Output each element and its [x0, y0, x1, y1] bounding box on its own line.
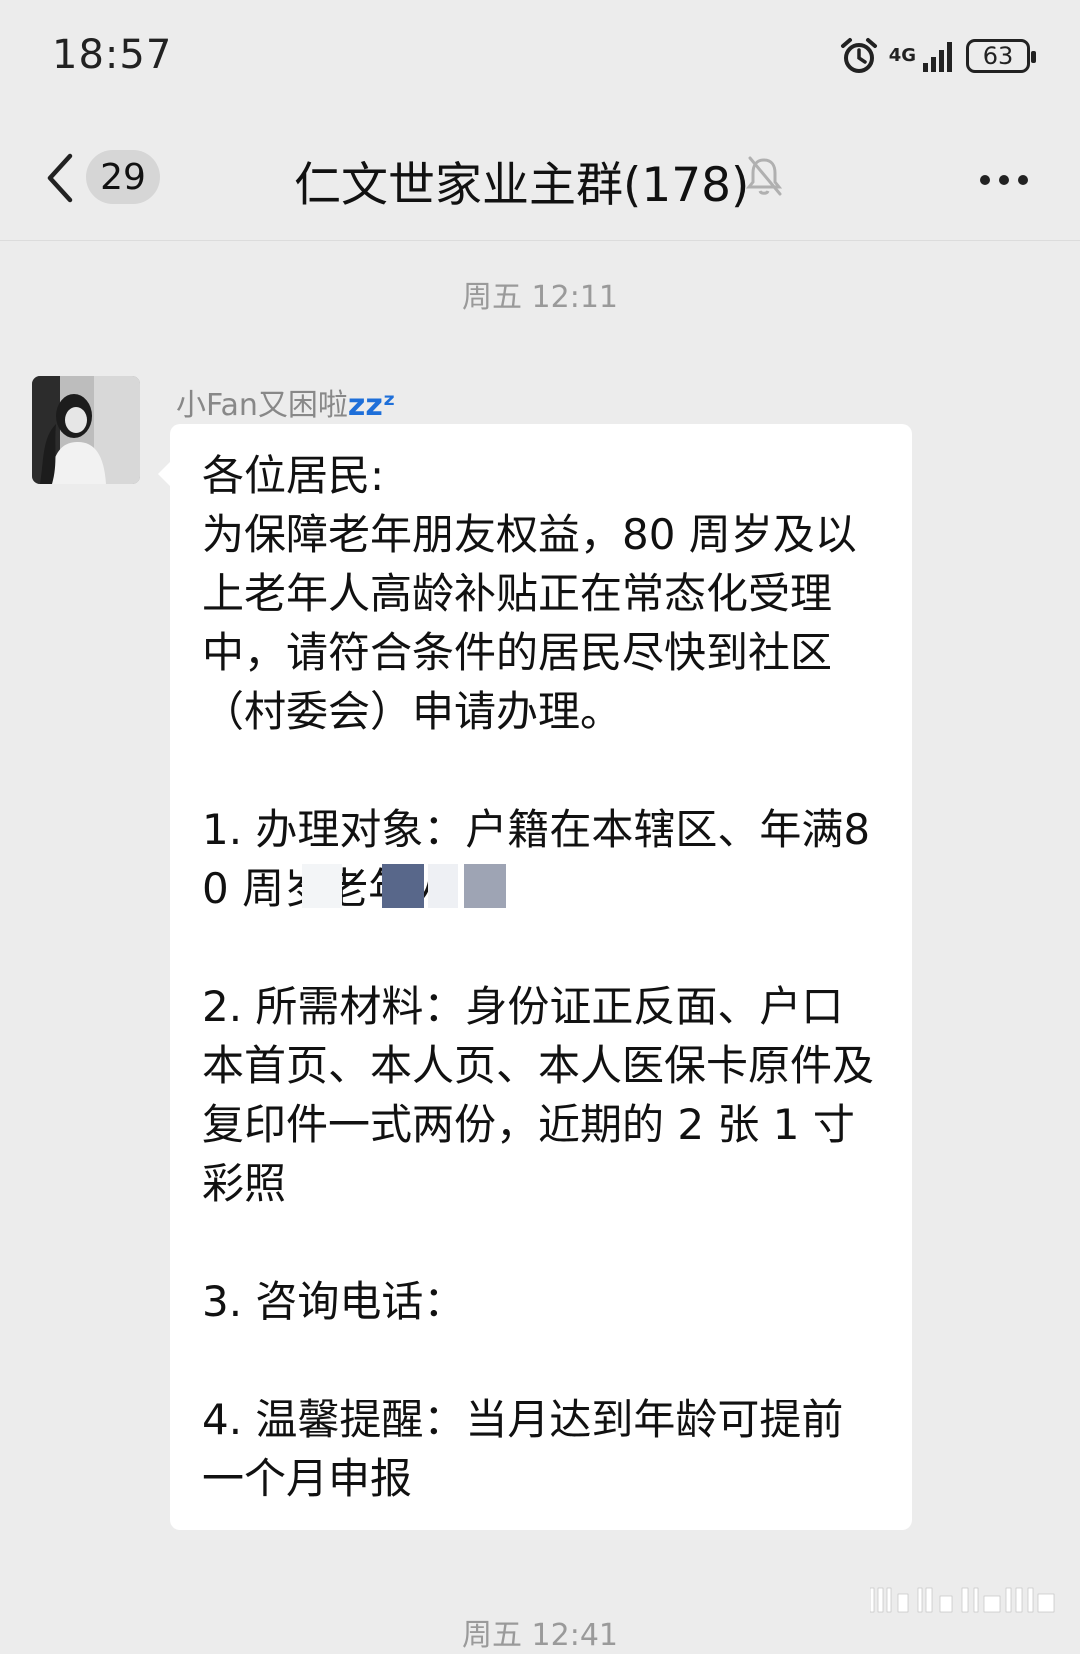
back-arrow-icon[interactable]: [40, 150, 80, 206]
status-bar: 18:57 4G 63: [0, 0, 1080, 120]
battery-level: 63: [982, 42, 1014, 70]
more-icon[interactable]: [978, 172, 1030, 188]
battery-icon: 63: [966, 39, 1036, 73]
message-text: 各位居民: 为保障老年朋友权益，80 周岁及以上老年人高龄补贴正在常态化受理中，…: [202, 451, 875, 1503]
status-time: 18:57: [52, 32, 173, 78]
avatar[interactable]: [32, 376, 140, 484]
bubble-tail: [158, 462, 170, 486]
sender-name: 小Fan又困啦zzᶻ: [176, 380, 395, 424]
bell-muted-icon: [745, 156, 783, 196]
sender-name-suffix: zzᶻ: [347, 388, 396, 423]
redacted-phone-number: [302, 864, 520, 908]
alarm-icon: [840, 38, 877, 73]
network-type-label: 4G: [888, 45, 916, 66]
unread-count-badge[interactable]: 29: [86, 150, 160, 204]
chat-title: 仁文世家业主群(178): [294, 158, 750, 213]
watermark-barcode-icon: [870, 1587, 1055, 1613]
status-icons: 4G 63: [839, 34, 1036, 78]
message-bubble[interactable]: 各位居民: 为保障老年朋友权益，80 周岁及以上老年人高龄补贴正在常态化受理中，…: [158, 424, 912, 1530]
sender-name-text: 小Fan又困啦: [176, 388, 348, 423]
chat-header: 29 仁文世家业主群(178): [0, 120, 1080, 241]
signal-icon: [923, 42, 952, 72]
message-timestamp-2: 周五 12:41: [462, 1618, 618, 1653]
message-timestamp: 周五 12:11: [462, 280, 618, 315]
